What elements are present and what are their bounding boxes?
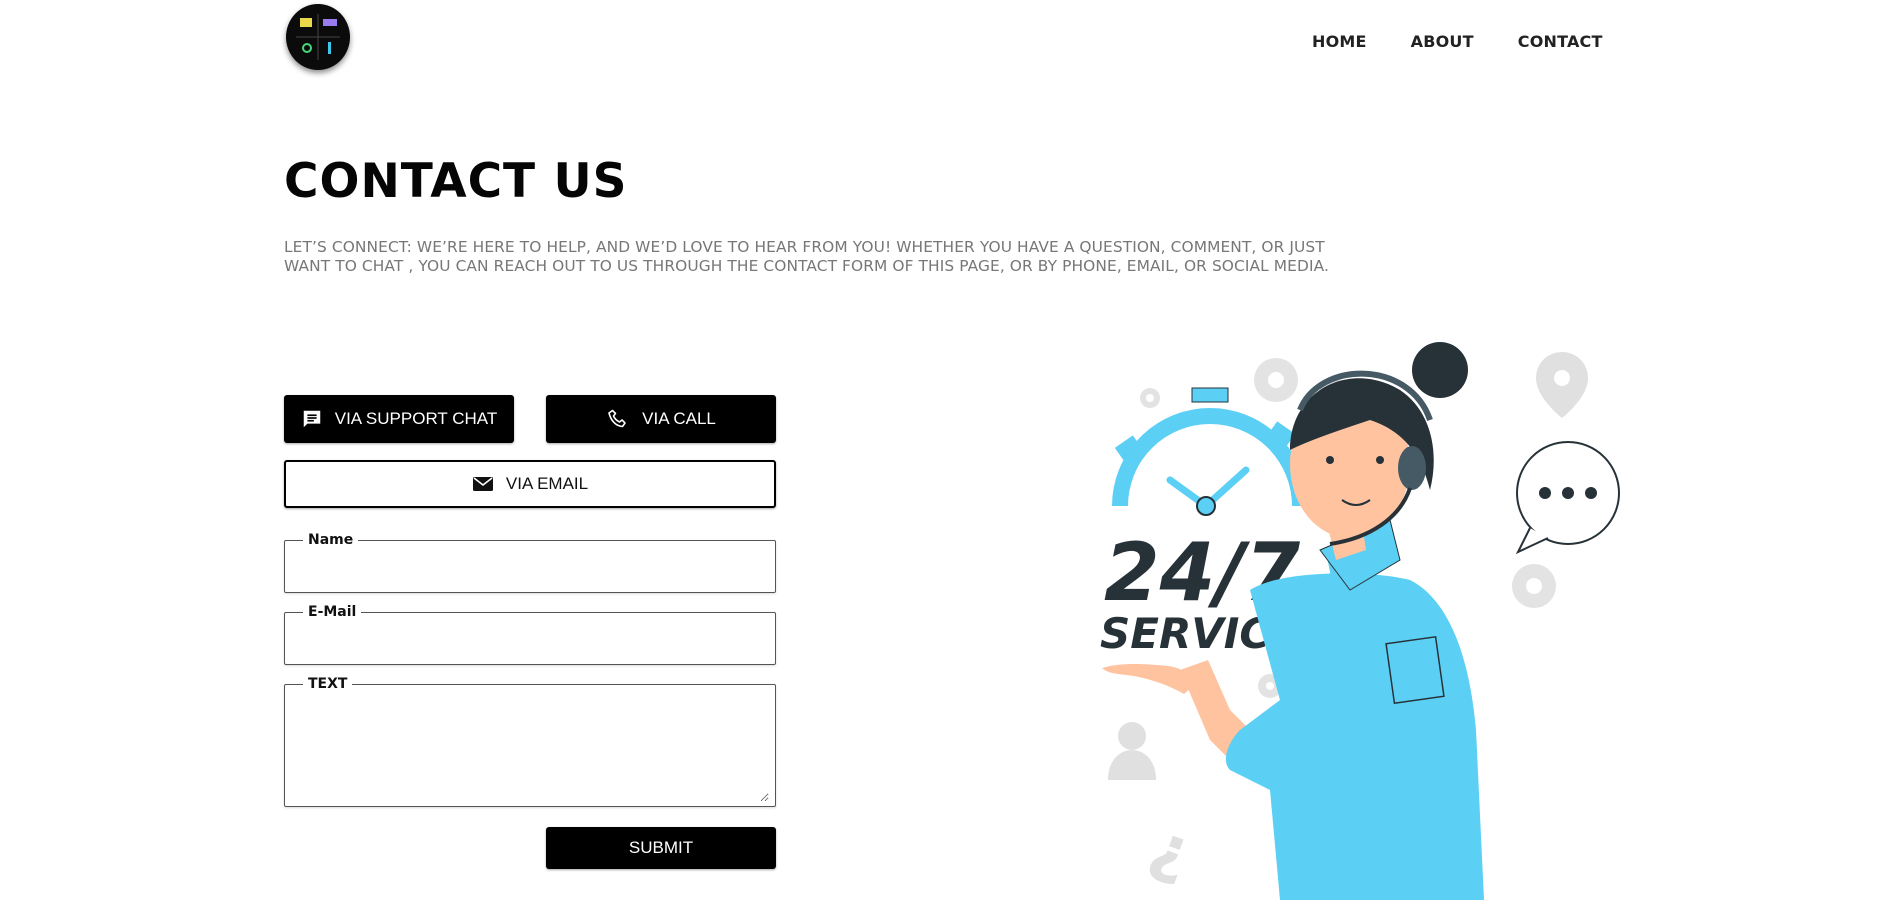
nav-home[interactable]: HOME (1312, 32, 1367, 51)
customer-service-illustration: 24/7 SERVICE ¿ (1100, 342, 1620, 900)
name-input[interactable] (291, 548, 769, 588)
logo[interactable] (286, 4, 350, 70)
nav-about[interactable]: ABOUT (1411, 32, 1474, 51)
chat-bubble-icon (1515, 441, 1620, 555)
user-icon (1108, 722, 1156, 780)
name-label: Name (308, 532, 354, 548)
logo-icon (296, 14, 340, 60)
intro-text: LET’S CONNECT: WE’RE HERE TO HELP, AND W… (284, 238, 1329, 275)
support-chat-button[interactable]: VIA SUPPORT CHAT (284, 395, 514, 443)
email-button[interactable]: VIA EMAIL (284, 460, 776, 508)
text-label: TEXT (308, 676, 348, 692)
stopwatch-icon (1112, 387, 1308, 516)
chat-icon (301, 408, 323, 430)
email-label: VIA EMAIL (505, 474, 589, 493)
page-title: CONTACT US (284, 154, 628, 209)
mail-icon (472, 475, 494, 493)
name-fieldset: Name (284, 532, 776, 593)
nav-contact[interactable]: CONTACT (1518, 32, 1603, 51)
email-fieldset: E-Mail (284, 604, 776, 665)
main-nav: HOME ABOUT CONTACT (1312, 32, 1603, 51)
support-chat-label: VIA SUPPORT CHAT (334, 409, 498, 428)
phone-icon (606, 407, 630, 431)
call-label: VIA CALL (642, 409, 716, 428)
question-mark-icon: ¿ (1141, 809, 1201, 891)
message-textarea[interactable] (291, 692, 769, 802)
email-input[interactable] (291, 620, 769, 660)
submit-button[interactable]: SUBMIT (546, 827, 776, 869)
text-fieldset: TEXT (284, 676, 776, 807)
support-illustration: 24/7 SERVICE ¿ (1090, 340, 1650, 900)
call-button[interactable]: VIA CALL (546, 395, 776, 443)
email-field-label: E-Mail (308, 604, 357, 620)
submit-label: SUBMIT (628, 838, 694, 857)
